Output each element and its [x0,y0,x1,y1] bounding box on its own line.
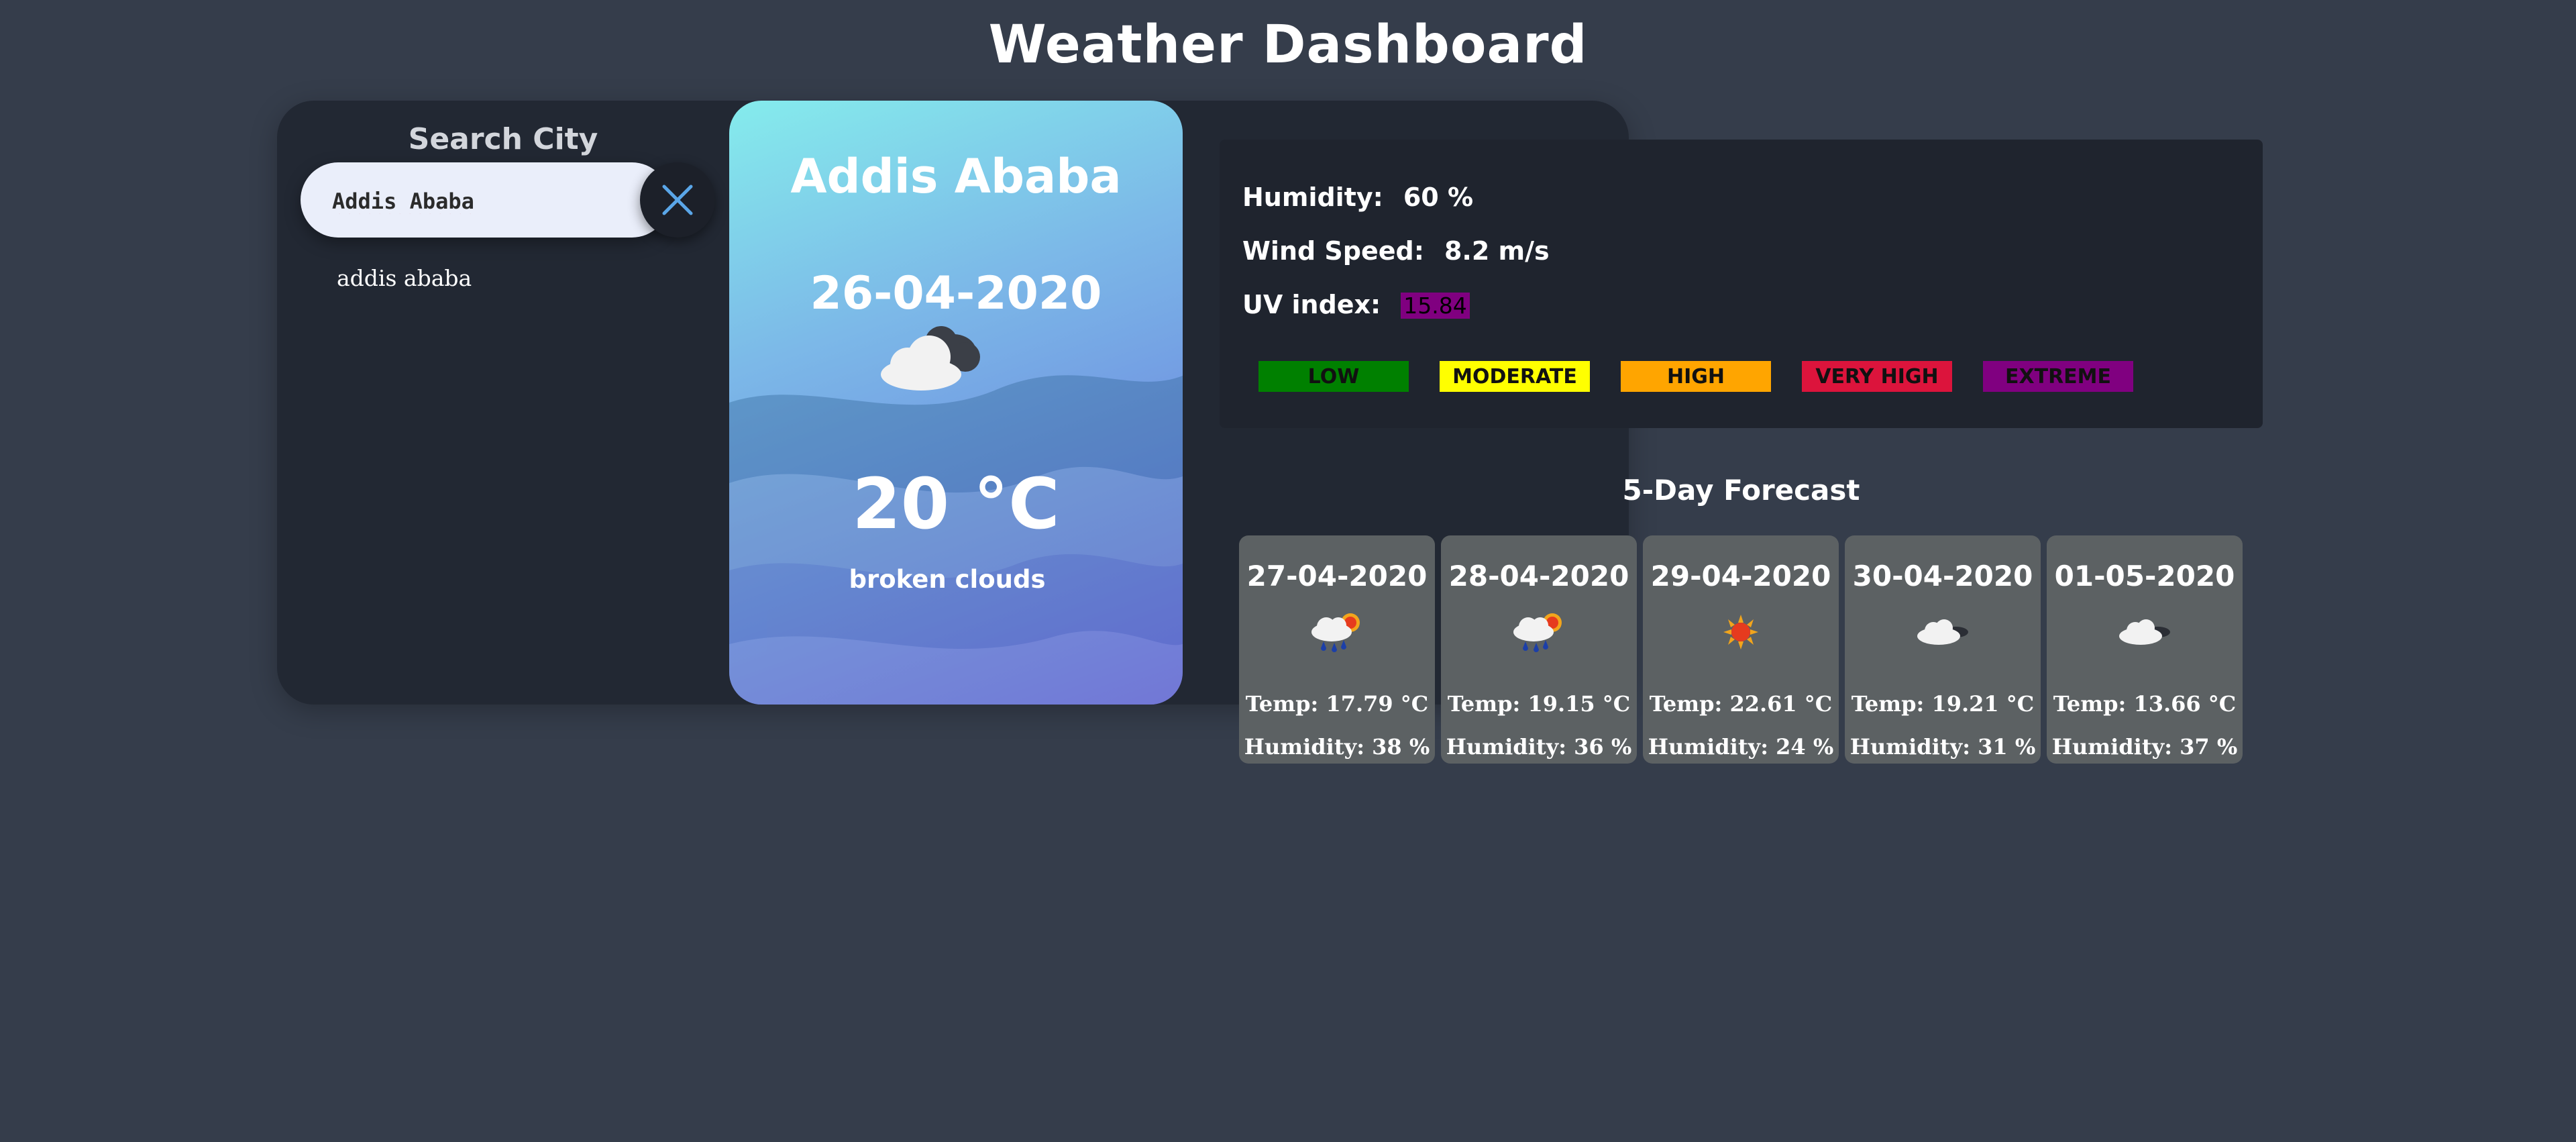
forecast-date: 29-04-2020 [1650,560,1831,592]
uv-scale-very-high: VERY HIGH [1802,361,1952,392]
forecast-temp: Temp: 22.61 °C [1649,691,1833,717]
search-heading: Search City [408,122,598,156]
forecast-humidity: Humidity: 24 % [1648,734,1834,760]
forecast-temp: Temp: 13.66 °C [2053,691,2237,717]
search-input[interactable] [331,183,615,220]
rain-sun-icon [1513,613,1562,652]
forecast-humidity: Humidity: 31 % [1849,734,2036,760]
uv-index-value: 15.84 [1401,293,1470,319]
forecast-humidity: Humidity: 36 % [1446,734,1632,760]
forecast-humidity: Humidity: 38 % [1244,734,1430,760]
current-date: 26-04-2020 [810,267,1102,320]
forecast-humidity: Humidity: 37 % [2051,734,2238,760]
search-box [301,162,669,238]
uv-scale-moderate: MODERATE [1440,361,1590,392]
forecast-card: 01-05-2020 Temp: 13.66 °C Humidity: 37 % [2047,535,2243,764]
current-weather-card: Addis Ababa 26-04-2020 20 °C broken clou… [729,101,1183,705]
forecast-title: 5-Day Forecast [1622,474,1860,507]
forecast-card: 27-04-2020 Temp: 17.79 °C Humidity: 38 % [1239,535,1435,764]
forecast-card: 30-04-2020 Temp: 19.21 °C Humidity: 31 % [1845,535,2041,764]
rain-sun-icon [1311,613,1360,652]
cloud-night-icon [2119,619,2170,645]
humidity-label: Humidity: [1242,183,1383,212]
sun-icon [1723,615,1758,650]
clear-search-button[interactable] [640,162,715,238]
wind-speed-label: Wind Speed: [1242,236,1424,266]
broken-clouds-icon [881,326,980,391]
forecast-date: 30-04-2020 [1852,560,2033,592]
uv-scale-high: HIGH [1621,361,1771,392]
search-suggestion[interactable]: addis ababa [337,265,472,291]
weather-description: broken clouds [849,565,1046,594]
humidity-value: 60 % [1403,183,1474,212]
uv-scale-extreme: EXTREME [1983,361,2133,392]
page-title: Weather Dashboard [988,15,1588,75]
forecast-temp: Temp: 17.79 °C [1245,691,1429,717]
uv-scale-low: LOW [1258,361,1409,392]
city-name: Addis Ababa [790,149,1122,204]
cloud-night-icon [1917,619,1968,645]
forecast-date: 27-04-2020 [1246,560,1428,592]
wind-row: Wind Speed: 8.2 m/s [1242,236,1550,266]
forecast-temp: Temp: 19.21 °C [1851,691,2035,717]
forecast-date: 01-05-2020 [2054,560,2235,592]
forecast-card: 28-04-2020 Temp: 19.15 °C Humidity: 36 % [1441,535,1637,764]
current-temperature: 20 °C [852,463,1060,545]
forecast-date: 28-04-2020 [1448,560,1629,592]
uv-row: UV index: 15.84 [1242,290,1470,319]
close-icon [662,185,693,215]
wind-speed-value: 8.2 m/s [1444,236,1550,266]
uv-index-label: UV index: [1242,290,1381,319]
humidity-row: Humidity: 60 % [1242,183,1473,212]
forecast-temp: Temp: 19.15 °C [1447,691,1631,717]
forecast-card: 29-04-2020 Temp: 22.61 °C Humidity: 24 % [1643,535,1839,764]
